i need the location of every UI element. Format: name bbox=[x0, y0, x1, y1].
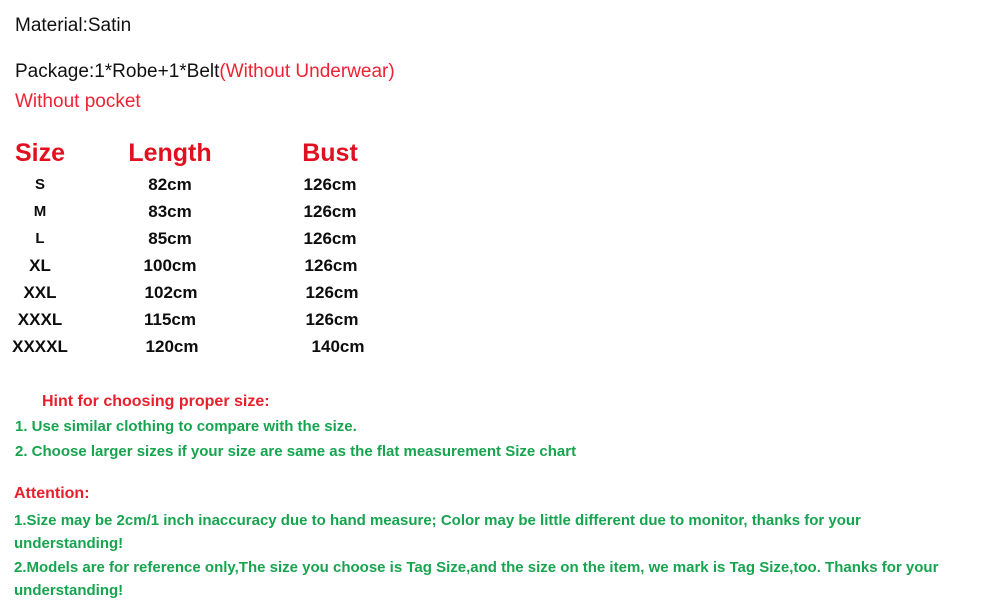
table-row: L 85cm 126cm bbox=[0, 225, 400, 252]
hint-block: Hint for choosing proper size: 1. Use si… bbox=[15, 389, 965, 464]
hint-title: Hint for choosing proper size: bbox=[42, 393, 270, 410]
cell-bust: 126cm bbox=[304, 255, 358, 275]
package-line: Package:1*Robe+1*Belt(Without Underwear) bbox=[15, 58, 955, 86]
package-note: (Without Underwear) bbox=[219, 61, 395, 82]
cell-size: XL bbox=[29, 255, 51, 275]
column-header-bust: Bust bbox=[302, 139, 358, 167]
cell-size: S bbox=[34, 176, 45, 193]
cell-bust: 126cm bbox=[303, 174, 357, 194]
cell-length: 100cm bbox=[143, 255, 197, 275]
column-header-size: Size bbox=[14, 139, 66, 167]
cell-length: 83cm bbox=[148, 201, 192, 221]
cell-size: XXXL bbox=[17, 309, 63, 329]
table-header-row: Size Length Bust bbox=[0, 136, 400, 171]
cell-bust: 126cm bbox=[303, 201, 357, 221]
table-row: S 82cm 126cm bbox=[0, 171, 400, 198]
attention-item-2: 2.Models are for reference only,The size… bbox=[14, 559, 939, 599]
cell-size: M bbox=[33, 203, 47, 220]
material-line: Material:Satin bbox=[15, 15, 132, 36]
cell-length: 82cm bbox=[148, 174, 192, 194]
attention-title: Attention: bbox=[14, 485, 90, 502]
table-row: XXL 102cm 126cm bbox=[0, 279, 400, 306]
attention-item-1: 1.Size may be 2cm/1 inch inaccuracy due … bbox=[14, 512, 861, 552]
attention-block: Attention: 1.Size may be 2cm/1 inch inac… bbox=[14, 482, 964, 602]
cell-size: XXL bbox=[23, 282, 57, 302]
cell-bust: 126cm bbox=[303, 228, 357, 248]
cell-length: 120cm bbox=[145, 336, 199, 356]
package-label: Package:1*Robe+1*Belt bbox=[15, 61, 220, 82]
column-header-length: Length bbox=[128, 139, 212, 167]
table-row: M 83cm 126cm bbox=[0, 198, 400, 225]
table-row: XXXXL 120cm 140cm bbox=[0, 333, 400, 360]
cell-size: L bbox=[35, 230, 45, 247]
size-chart-page: Material:Satin Package:1*Robe+1*Belt(Wit… bbox=[0, 0, 984, 616]
cell-length: 115cm bbox=[144, 309, 196, 329]
cell-size: XXXXL bbox=[12, 336, 68, 356]
size-chart-head: Size Length Bust bbox=[0, 136, 400, 171]
cell-length: 85cm bbox=[148, 228, 192, 248]
intro-spacer bbox=[15, 40, 955, 58]
cell-length: 102cm bbox=[144, 282, 198, 302]
pocket-note: Without pocket bbox=[15, 91, 141, 112]
table-row: XXXL 115cm 126cm bbox=[0, 306, 400, 333]
cell-bust: 126cm bbox=[305, 309, 359, 329]
size-chart-body: S 82cm 126cm M 83cm 126cm L 85cm 126cm X… bbox=[0, 171, 400, 360]
size-chart-table: Size Length Bust S 82cm 126cm M 83cm 126… bbox=[0, 136, 400, 360]
hint-item-1: 1. Use similar clothing to compare with … bbox=[15, 418, 357, 435]
cell-bust: 140cm bbox=[311, 336, 365, 356]
intro-block: Material:Satin Package:1*Robe+1*Belt(Wit… bbox=[15, 12, 955, 116]
cell-bust: 126cm bbox=[305, 282, 359, 302]
hint-item-2: 2. Choose larger sizes if your size are … bbox=[15, 443, 577, 460]
table-row: XL 100cm 126cm bbox=[0, 252, 400, 279]
